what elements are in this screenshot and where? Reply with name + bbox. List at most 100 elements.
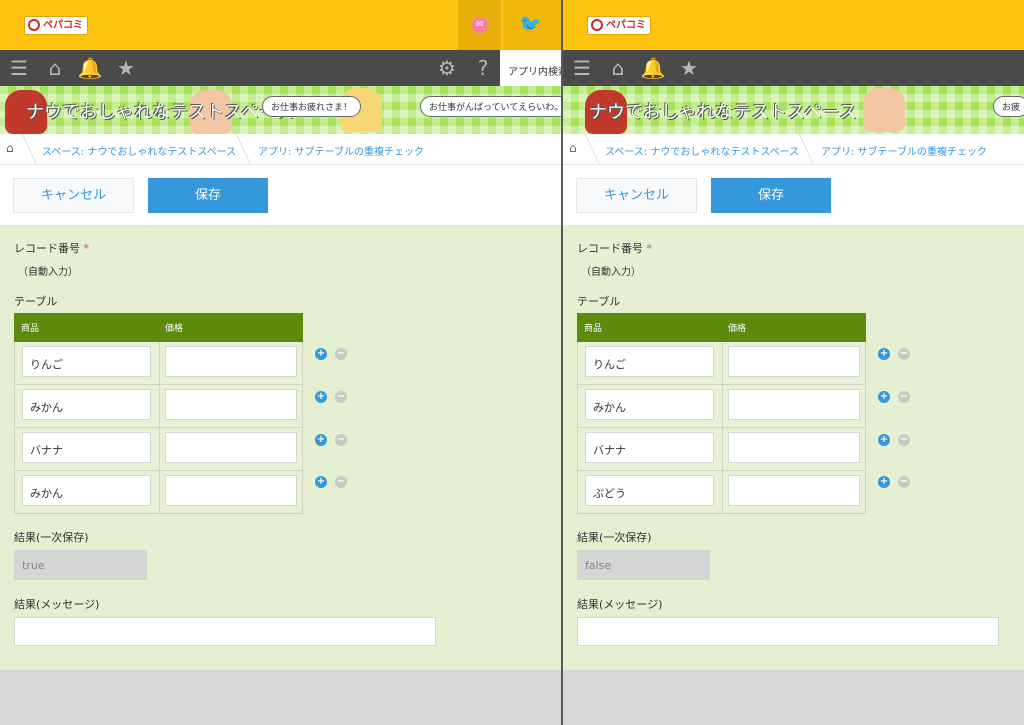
- speech-bubble: お仕事がんばっていてえらいわ。: [420, 96, 563, 117]
- add-row-icon[interactable]: +: [878, 348, 890, 360]
- product-input[interactable]: バナナ: [585, 432, 714, 463]
- app-logo[interactable]: ペパコミ: [24, 16, 88, 35]
- price-input[interactable]: [165, 475, 297, 506]
- cell-divider: [722, 385, 723, 427]
- bell-icon[interactable]: 🔔: [639, 50, 667, 86]
- save-button[interactable]: 保存: [711, 178, 831, 213]
- subtable-header: 商品 価格: [577, 313, 866, 342]
- right-panel: ペパコミ ☰ ⌂ 🔔 ★ ナウでおしゃれなテストスペース お疲 ⌂ スペース: …: [563, 0, 1024, 725]
- home-breadcrumb-icon[interactable]: ⌂: [6, 141, 14, 155]
- cell-divider: [159, 342, 160, 384]
- table-row: バナナ: [577, 428, 866, 471]
- result-label: 結果(一次保存): [577, 531, 652, 544]
- table-row: ぶどう: [577, 471, 866, 514]
- remove-row-icon[interactable]: −: [898, 391, 910, 403]
- product-input[interactable]: ぶどう: [585, 475, 714, 506]
- add-row-icon[interactable]: +: [878, 391, 890, 403]
- cancel-button[interactable]: キャンセル: [13, 178, 134, 213]
- add-row-icon[interactable]: +: [315, 434, 327, 446]
- remove-row-icon[interactable]: −: [898, 434, 910, 446]
- cell-divider: [159, 428, 160, 470]
- breadcrumb-space[interactable]: スペース: ナウでおしゃれなテストスペース: [605, 143, 799, 158]
- add-row-icon[interactable]: +: [878, 434, 890, 446]
- product-input[interactable]: みかん: [22, 389, 151, 420]
- star-icon[interactable]: ★: [112, 50, 140, 86]
- star-icon[interactable]: ★: [675, 50, 703, 86]
- column-header-product: 商品: [21, 324, 40, 334]
- breadcrumb-app[interactable]: アプリ: サブテーブルの重複チェック: [821, 143, 987, 158]
- home-icon[interactable]: ⌂: [604, 50, 632, 86]
- home-breadcrumb-icon[interactable]: ⌂: [569, 141, 577, 155]
- bell-icon[interactable]: 🔔: [76, 50, 104, 86]
- breadcrumb: ⌂ スペース: ナウでおしゃれなテストスペース アプリ: サブテーブルの重複チェ…: [0, 134, 563, 165]
- add-row-icon[interactable]: +: [315, 391, 327, 403]
- menu-icon[interactable]: ☰: [5, 50, 33, 86]
- cancel-button[interactable]: キャンセル: [576, 178, 697, 213]
- remove-row-icon[interactable]: −: [898, 476, 910, 488]
- subtable: 商品 価格 りんご みかん バナナ: [14, 313, 303, 514]
- notification-mail-button[interactable]: ✉: [458, 0, 501, 50]
- left-panel: ペパコミ ✉ 🐦 ☰ ⌂ 🔔 ★ ⚙ ? アプリ内検索 ナウでおしゃれなテストス…: [0, 0, 563, 725]
- price-input[interactable]: [165, 346, 297, 377]
- cell-divider: [722, 428, 723, 470]
- nav-bar: ☰ ⌂ 🔔 ★ ⚙ ? アプリ内検索: [0, 50, 563, 86]
- price-input[interactable]: [728, 346, 860, 377]
- logo-face-icon: [591, 19, 603, 31]
- remove-row-icon[interactable]: −: [898, 348, 910, 360]
- banner-character-girl: [863, 88, 905, 132]
- comparison-screenshot: ペパコミ ✉ 🐦 ☰ ⌂ 🔔 ★ ⚙ ? アプリ内検索 ナウでおしゃれなテストス…: [0, 0, 1024, 725]
- speech-bubble: お疲: [993, 96, 1024, 117]
- space-title: ナウでおしゃれなテストスペース: [589, 102, 857, 123]
- add-row-icon[interactable]: +: [315, 476, 327, 488]
- save-button[interactable]: 保存: [148, 178, 268, 213]
- record-form: レコード番号 * （自動入力） テーブル 商品 価格 りんご みかん: [0, 225, 563, 670]
- record-number-label: レコード番号 *: [577, 242, 652, 255]
- price-input[interactable]: [165, 389, 297, 420]
- help-icon[interactable]: ?: [469, 50, 497, 86]
- space-title: ナウでおしゃれなテストスペース: [26, 102, 294, 123]
- table-label: テーブル: [14, 295, 58, 308]
- table-row: りんご: [14, 342, 303, 385]
- result-label: 結果(一次保存): [14, 531, 89, 544]
- app-search-input[interactable]: アプリ内検索: [500, 50, 563, 86]
- add-row-icon[interactable]: +: [878, 476, 890, 488]
- action-bar: キャンセル 保存: [0, 165, 563, 225]
- top-bar: ペパコミ ✉ 🐦: [0, 0, 563, 50]
- breadcrumb-separator: [10, 134, 38, 165]
- app-logo[interactable]: ペパコミ: [587, 16, 651, 35]
- table-row: みかん: [14, 385, 303, 428]
- breadcrumb-app[interactable]: アプリ: サブテーブルの重複チェック: [258, 143, 424, 158]
- subtable: 商品 価格 りんご みかん バナナ: [577, 313, 866, 514]
- remove-row-icon[interactable]: −: [335, 348, 347, 360]
- result-value: false: [577, 550, 710, 580]
- breadcrumb-space[interactable]: スペース: ナウでおしゃれなテストスペース: [42, 143, 236, 158]
- space-banner: ナウでおしゃれなテストスペース お仕事お疲れさま！ お仕事がんばっていてえらいわ…: [0, 86, 563, 134]
- user-avatar[interactable]: 🐦: [503, 0, 563, 50]
- price-input[interactable]: [165, 432, 297, 463]
- remove-row-icon[interactable]: −: [335, 476, 347, 488]
- table-label: テーブル: [577, 295, 621, 308]
- table-row: りんご: [577, 342, 866, 385]
- menu-icon[interactable]: ☰: [568, 50, 596, 86]
- price-input[interactable]: [728, 389, 860, 420]
- speech-bubble: お仕事お疲れさま！: [262, 96, 362, 117]
- subtable-header: 商品 価格: [14, 313, 303, 342]
- add-row-icon[interactable]: +: [315, 348, 327, 360]
- home-icon[interactable]: ⌂: [41, 50, 69, 86]
- product-input[interactable]: みかん: [585, 389, 714, 420]
- product-input[interactable]: バナナ: [22, 432, 151, 463]
- product-input[interactable]: りんご: [22, 346, 151, 377]
- top-bar: ペパコミ: [563, 0, 1024, 50]
- message-field[interactable]: [14, 617, 436, 646]
- product-input[interactable]: りんご: [585, 346, 714, 377]
- price-input[interactable]: [728, 475, 860, 506]
- product-input[interactable]: みかん: [22, 475, 151, 506]
- message-label: 結果(メッセージ): [14, 598, 100, 611]
- nav-bar: ☰ ⌂ 🔔 ★: [563, 50, 1024, 86]
- remove-row-icon[interactable]: −: [335, 434, 347, 446]
- price-input[interactable]: [728, 432, 860, 463]
- remove-row-icon[interactable]: −: [335, 391, 347, 403]
- message-field[interactable]: [577, 617, 999, 646]
- gear-icon[interactable]: ⚙: [433, 50, 461, 86]
- breadcrumb: ⌂ スペース: ナウでおしゃれなテストスペース アプリ: サブテーブルの重複チェ…: [563, 134, 1024, 165]
